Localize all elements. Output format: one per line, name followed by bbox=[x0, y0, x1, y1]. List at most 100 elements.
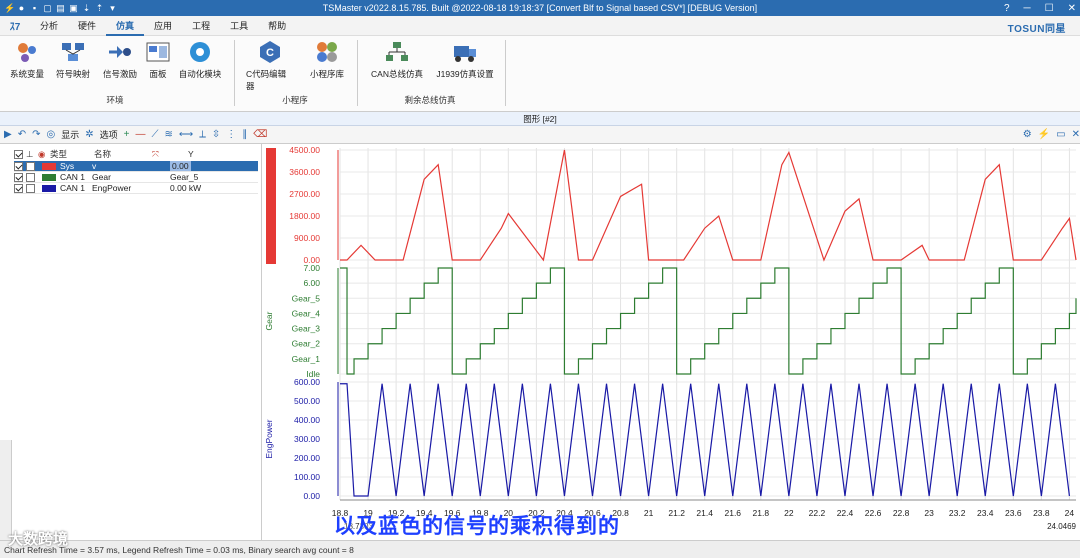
legend-header: ⊥ ◉ 类型 名称 ⤧ Y bbox=[14, 148, 258, 160]
x-tick-label: 23.8 bbox=[1033, 508, 1050, 518]
x-tick-label: 22.6 bbox=[865, 508, 882, 518]
display-menu[interactable]: 显示 bbox=[61, 128, 79, 141]
play-icon[interactable]: ▶ bbox=[4, 129, 12, 140]
x-tick-label: 23 bbox=[924, 508, 934, 518]
video-subtitle: 以及蓝色的信号的乘积得到的 bbox=[334, 515, 620, 538]
visible-checkbox[interactable] bbox=[14, 172, 23, 182]
fit-x-icon[interactable]: ⟷ bbox=[179, 129, 193, 140]
signal-row[interactable]: CAN 1 Gear Gear_5 bbox=[14, 172, 258, 183]
x-tick-label: 23.4 bbox=[977, 508, 994, 518]
color-swatch[interactable] bbox=[42, 162, 56, 170]
options-menu[interactable]: 选项 bbox=[100, 128, 118, 141]
applet-lib-button[interactable]: 小程序库 bbox=[303, 40, 351, 80]
dropdown-icon[interactable]: ▾ bbox=[108, 3, 117, 13]
can-sim-button[interactable]: CAN总线仿真 bbox=[370, 40, 424, 80]
settings-icon[interactable]: ⚙ bbox=[1023, 129, 1032, 140]
message-icon[interactable]: ▪ bbox=[30, 3, 39, 13]
menu-help[interactable]: 帮助 bbox=[258, 16, 296, 36]
ribbon: 系统变量 符号映射 信号激励 面板 自动化模块 环境 C C代码编辑器 小程序库… bbox=[0, 36, 1080, 112]
eraser-icon[interactable]: ⌫ bbox=[253, 129, 267, 140]
lock-checkbox[interactable] bbox=[26, 172, 35, 182]
c-editor-icon: C bbox=[258, 40, 282, 64]
system-vars-button[interactable]: 系统变量 bbox=[3, 40, 51, 80]
signal-stimulus-icon bbox=[108, 40, 132, 64]
window-icon[interactable]: ▭ bbox=[1056, 129, 1065, 140]
redo-icon[interactable]: ↷ bbox=[32, 129, 40, 140]
cursor-icon[interactable]: ⋮ bbox=[226, 129, 236, 140]
signal-row[interactable]: Sys v 0.00 bbox=[14, 161, 258, 172]
status-bar: Chart Refresh Time = 3.57 ms, Legend Ref… bbox=[0, 540, 1080, 558]
brand-logo: TOSUN同星 bbox=[1007, 24, 1066, 35]
menu-hardware[interactable]: 硬件 bbox=[68, 16, 106, 36]
chart-svg[interactable]: 18.8 19 19.2 19.4 19.6 19.8 20 20.2 20.4 20.6 20.8… bbox=[262, 144, 1080, 520]
open-icon[interactable]: ▤ bbox=[56, 3, 65, 13]
panel-button[interactable]: 面板 bbox=[134, 40, 182, 80]
check-all-checkbox[interactable] bbox=[14, 149, 23, 159]
import-icon[interactable]: ⇣ bbox=[82, 3, 91, 13]
x-tick-label: 21.2 bbox=[668, 508, 685, 518]
x-tick-label: 21.6 bbox=[724, 508, 741, 518]
title-bar: ⚡ ● ▪ ▢ ▤ ▣ ⇣ ⇡ ▾ TSMaster v2022.8.15.78… bbox=[0, 0, 1080, 16]
color-icon: ◉ bbox=[38, 148, 46, 159]
export-icon[interactable]: ⇡ bbox=[95, 3, 104, 13]
close-button[interactable]: ✕ bbox=[1068, 3, 1076, 14]
symbol-map-button[interactable]: 符号映射 bbox=[49, 40, 97, 80]
fit-y-icon[interactable]: ⟂ bbox=[199, 129, 206, 140]
record-icon[interactable]: ● bbox=[17, 3, 26, 13]
app-icon: ⚡ bbox=[4, 2, 16, 13]
add-icon[interactable]: + bbox=[124, 129, 130, 140]
menu-application[interactable]: 应用 bbox=[144, 16, 182, 36]
watermark: 大数跨境 bbox=[8, 531, 69, 548]
x-tick-label: 24 bbox=[1065, 508, 1075, 518]
y-tick-label: 1800.00 bbox=[289, 211, 320, 221]
stack-mode-icon[interactable]: ≋ bbox=[164, 129, 172, 140]
y-tick-label: Gear_1 bbox=[292, 354, 321, 364]
minimize-button[interactable]: ─ bbox=[1024, 3, 1031, 14]
menu-analysis[interactable]: 分析 bbox=[30, 16, 68, 36]
display-icon: ◎ bbox=[46, 129, 56, 140]
visible-checkbox[interactable] bbox=[14, 161, 23, 171]
x-tick-label: 21.4 bbox=[696, 508, 713, 518]
cursor2-icon[interactable]: ∥ bbox=[242, 129, 247, 140]
signal-row[interactable]: CAN 1 EngPower 0.00 kW bbox=[14, 183, 258, 194]
menu-tools[interactable]: 工具 bbox=[220, 16, 258, 36]
remove-icon[interactable]: — bbox=[135, 129, 145, 140]
menu-simulation[interactable]: 仿真 bbox=[106, 16, 145, 36]
series-line-v bbox=[340, 149, 1077, 262]
save-icon[interactable]: ▣ bbox=[69, 3, 78, 13]
j1939-button[interactable]: J1939仿真设置 bbox=[435, 40, 495, 80]
panel-icon bbox=[146, 40, 170, 64]
line-mode-icon[interactable]: ⟋ bbox=[151, 129, 158, 140]
y-tick-label: 3600.00 bbox=[289, 167, 320, 177]
side-tabs[interactable] bbox=[0, 440, 12, 540]
help-button[interactable]: ? bbox=[1004, 3, 1010, 14]
color-swatch[interactable] bbox=[42, 173, 56, 181]
lightning-icon[interactable]: ⚡ bbox=[1038, 129, 1050, 140]
x-tick-label: 23.2 bbox=[949, 508, 966, 518]
selected-series-bar bbox=[266, 148, 276, 264]
chart-area[interactable]: 18.8 19 19.2 19.4 19.6 19.8 20 20.2 20.4 20.6 20.8… bbox=[262, 144, 1080, 540]
visible-checkbox[interactable] bbox=[14, 183, 23, 193]
lock-checkbox[interactable] bbox=[26, 183, 35, 193]
automation-button[interactable]: 自动化模块 bbox=[176, 40, 224, 80]
j1939-icon bbox=[453, 40, 477, 64]
x-tick-label: 23.6 bbox=[1005, 508, 1022, 518]
can-sim-icon bbox=[385, 40, 409, 64]
c-editor-button[interactable]: C C代码编辑器 bbox=[246, 40, 294, 92]
undo-icon[interactable]: ↶ bbox=[18, 129, 26, 140]
ribbon-separator bbox=[234, 40, 235, 106]
new-icon[interactable]: ▢ bbox=[43, 3, 52, 13]
color-swatch[interactable] bbox=[42, 184, 56, 192]
y-tick-label: 7.00 bbox=[303, 263, 320, 273]
header-y: Y bbox=[188, 149, 194, 159]
close-panel-icon[interactable]: ✕ bbox=[1072, 129, 1080, 140]
zoom-icon[interactable]: ⇳ bbox=[212, 129, 220, 140]
y-tick-label: Gear_2 bbox=[292, 339, 321, 349]
app-menu-icon[interactable]: ｽ7 bbox=[0, 18, 30, 33]
menu-project[interactable]: 工程 bbox=[182, 16, 220, 36]
maximize-button[interactable]: ☐ bbox=[1045, 3, 1054, 14]
gear-icon: ✲ bbox=[85, 129, 94, 140]
lock-checkbox[interactable] bbox=[26, 161, 35, 171]
sort-icon[interactable]: ⤧ bbox=[152, 149, 188, 160]
svg-text:C: C bbox=[266, 47, 274, 59]
